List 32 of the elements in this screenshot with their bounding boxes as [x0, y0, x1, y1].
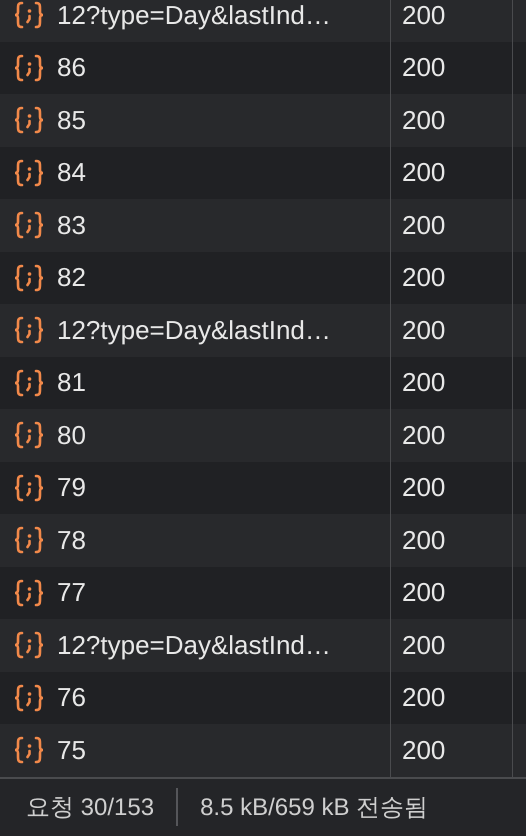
request-name: 85	[57, 104, 86, 136]
request-name: 83	[57, 210, 86, 241]
braces-icon	[13, 368, 45, 397]
braces-icon	[13, 264, 45, 292]
transfer-size: 8.5 kB/659 kB 전송됨	[200, 793, 428, 824]
braces-icon	[13, 158, 45, 187]
request-name: 12?type=Day&lastInd…	[57, 314, 331, 346]
request-count: 요청 30/153	[26, 793, 154, 824]
braces-icon	[13, 211, 45, 240]
request-name: 86	[57, 52, 86, 84]
braces-icon	[13, 421, 45, 450]
request-name: 82	[57, 262, 86, 294]
request-name: 76	[57, 682, 86, 714]
braces-icon	[13, 578, 45, 607]
request-name: 79	[57, 472, 86, 504]
request-name: 77	[57, 577, 86, 608]
braces-icon	[13, 106, 45, 134]
braces-icon	[13, 1, 45, 30]
request-name: 80	[57, 420, 86, 451]
braces-icon	[13, 316, 45, 344]
request-name: 81	[57, 367, 86, 398]
braces-icon	[13, 736, 45, 764]
braces-icon	[13, 631, 45, 660]
request-name: 12?type=Day&lastInd…	[57, 0, 331, 31]
request-name: 84	[57, 157, 86, 188]
braces-icon	[13, 526, 45, 554]
braces-icon	[13, 684, 45, 712]
request-name: 78	[57, 524, 86, 556]
braces-icon	[13, 474, 45, 502]
request-name: 75	[57, 734, 86, 766]
braces-icon	[13, 54, 45, 82]
request-name: 12?type=Day&lastInd…	[57, 630, 331, 661]
